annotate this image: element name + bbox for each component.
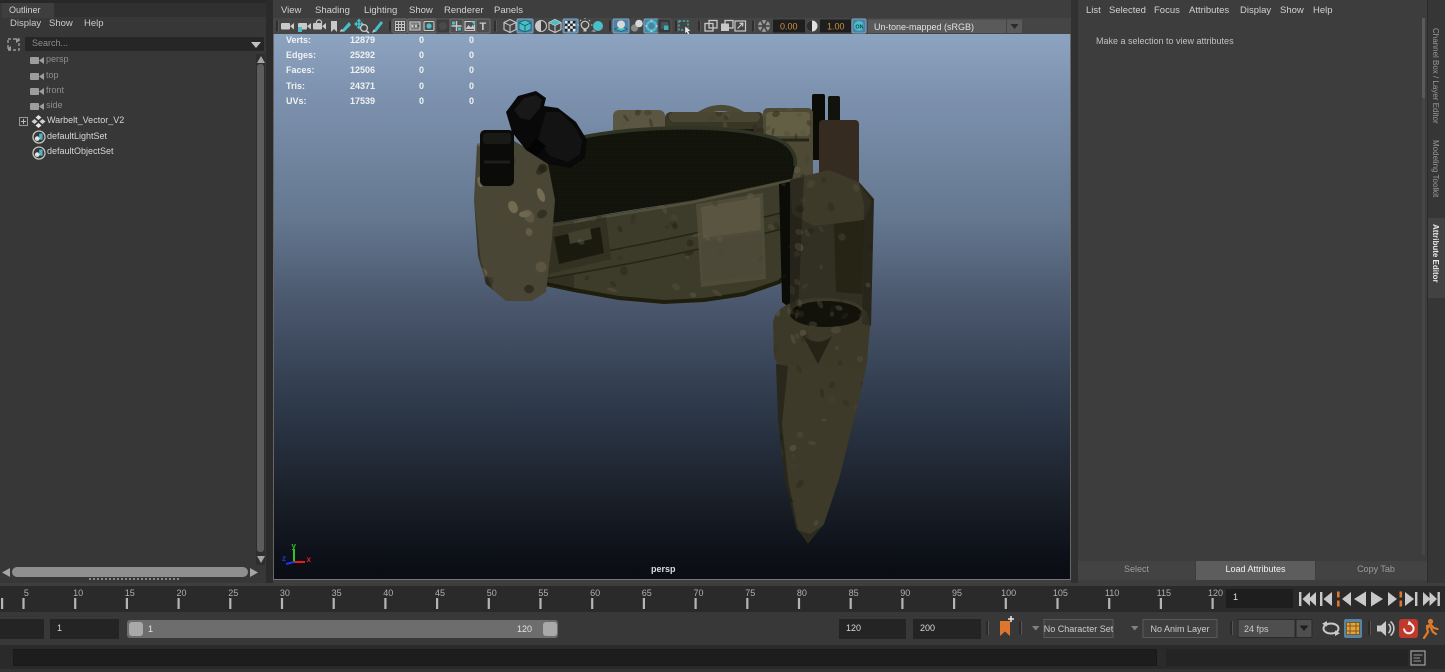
svg-text:110: 110 bbox=[1105, 588, 1119, 598]
svg-text:40: 40 bbox=[383, 588, 393, 598]
svg-text:10: 10 bbox=[73, 588, 83, 598]
svg-text:x: x bbox=[307, 555, 312, 564]
svg-text:15: 15 bbox=[125, 588, 135, 598]
svg-text:Un-tone-mapped (sRGB): Un-tone-mapped (sRGB) bbox=[874, 22, 974, 32]
svg-text:105: 105 bbox=[1053, 588, 1068, 598]
svg-text:60: 60 bbox=[590, 588, 600, 598]
svg-text:45: 45 bbox=[435, 588, 445, 598]
svg-text:65: 65 bbox=[642, 588, 652, 598]
svg-text:y: y bbox=[292, 542, 297, 551]
svg-text:115: 115 bbox=[1157, 588, 1171, 598]
svg-text:24 fps: 24 fps bbox=[1244, 624, 1269, 634]
svg-text:ON: ON bbox=[855, 24, 863, 30]
svg-text:70: 70 bbox=[693, 588, 703, 598]
svg-text:5: 5 bbox=[24, 588, 29, 598]
svg-text:z: z bbox=[282, 554, 286, 563]
svg-text:35: 35 bbox=[332, 588, 342, 598]
svg-text:25: 25 bbox=[228, 588, 238, 598]
svg-text:20: 20 bbox=[176, 588, 186, 598]
svg-text:30: 30 bbox=[280, 588, 290, 598]
svg-text:80: 80 bbox=[797, 588, 807, 598]
svg-text:95: 95 bbox=[952, 588, 962, 598]
svg-text:55: 55 bbox=[538, 588, 548, 598]
svg-text:No Anim Layer: No Anim Layer bbox=[1150, 624, 1209, 634]
svg-text:75: 75 bbox=[745, 588, 755, 598]
svg-text:T: T bbox=[480, 21, 487, 33]
svg-text:100: 100 bbox=[1001, 588, 1016, 598]
svg-text:50: 50 bbox=[487, 588, 497, 598]
svg-text:85: 85 bbox=[849, 588, 859, 598]
svg-text:120: 120 bbox=[1208, 588, 1223, 598]
svg-text:No Character Set: No Character Set bbox=[1044, 624, 1114, 634]
svg-text:90: 90 bbox=[900, 588, 910, 598]
svg-text:1.00: 1.00 bbox=[827, 22, 845, 32]
svg-text:0.00: 0.00 bbox=[780, 22, 798, 32]
